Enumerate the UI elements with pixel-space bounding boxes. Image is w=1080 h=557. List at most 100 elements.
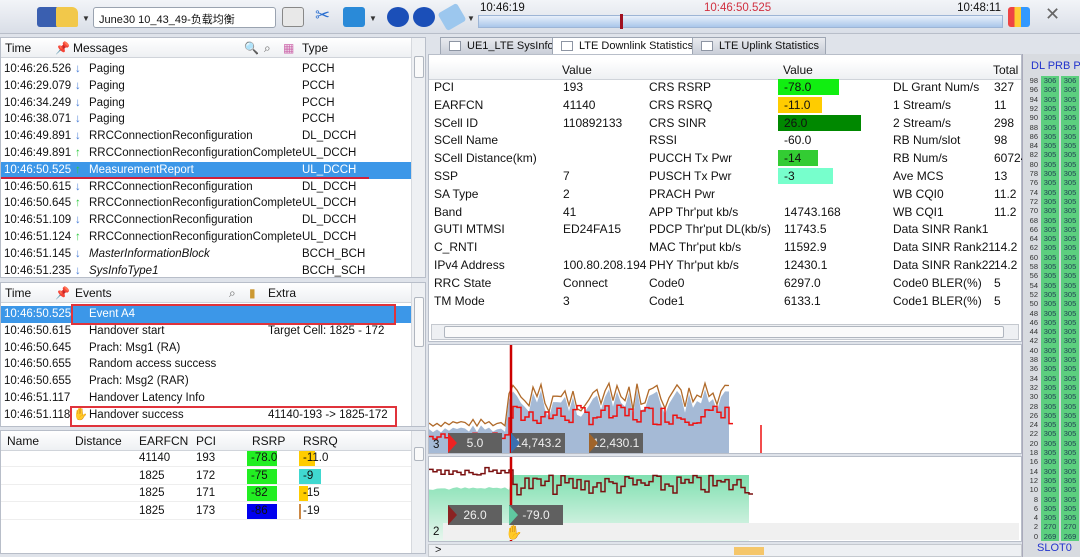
- message-row[interactable]: 10:46:50.615 ↓ RRCConnectionReconfiguratio…: [1, 179, 411, 196]
- message-row[interactable]: 10:46:51.235 ↓ SysInfoType1 BCCH_SCH: [1, 263, 411, 280]
- col-time[interactable]: Time: [5, 286, 31, 300]
- neighbors-scrollbar[interactable]: [411, 431, 425, 553]
- neighbor-row[interactable]: 1825 173 -86 -19: [1, 503, 411, 520]
- stat-value: 14.2: [994, 240, 1018, 255]
- open-dropdown[interactable]: ▼: [82, 14, 90, 23]
- col-earfcn[interactable]: EARFCN: [139, 434, 188, 448]
- camera-dropdown[interactable]: ▼: [369, 14, 377, 23]
- neighbor-rsrq: -19: [303, 504, 320, 517]
- timeline-cursor[interactable]: [619, 14, 623, 29]
- chart-icon[interactable]: ▮: [249, 286, 256, 300]
- prb-value: 305: [1041, 336, 1059, 346]
- pin-icon[interactable]: 📌: [55, 41, 70, 55]
- messages-scrollbar[interactable]: [411, 38, 425, 277]
- arrow-down-icon: ↓: [75, 79, 81, 92]
- throughput-chart[interactable]: 3 5.0 14,743.2 12,430.1: [428, 344, 1022, 454]
- message-row[interactable]: 10:46:26.526 ↓ Paging PCCH: [1, 61, 411, 78]
- event-row[interactable]: 10:46:51.117 Handover Latency Info: [1, 390, 411, 407]
- timeline[interactable]: 10:46:19 10:46:50.525 10:48:11: [478, 0, 1003, 34]
- prb-index: 34: [1029, 373, 1038, 383]
- search-icon[interactable]: ⌕: [264, 41, 271, 56]
- col-events[interactable]: Events: [75, 286, 112, 300]
- col-rsrq[interactable]: RSRQ: [303, 434, 338, 448]
- col-distance[interactable]: Distance: [75, 434, 122, 448]
- search-plus-icon[interactable]: 🔍: [244, 41, 259, 55]
- prb-row: 86 305 305: [1023, 131, 1080, 142]
- tab-lte-downlink-statistics[interactable]: LTE Downlink Statistics: [552, 37, 701, 54]
- prb-row: 46 305 305: [1023, 317, 1080, 328]
- events-header: Time 📌 Events ⌕ ▮ Extra: [1, 283, 412, 303]
- prb-index: 92: [1029, 103, 1038, 113]
- file-name-field[interactable]: June30 10_43_49-负载均衡: [93, 7, 276, 28]
- event-row[interactable]: 10:46:50.645 Prach: Msg1 (RA): [1, 340, 411, 357]
- col-messages[interactable]: Messages: [73, 41, 128, 55]
- prb-value: 305: [1041, 224, 1059, 235]
- rewind-icon[interactable]: [387, 7, 409, 27]
- log-icon[interactable]: [282, 7, 304, 27]
- event-time: 10:46:50.525: [4, 308, 72, 320]
- message-row[interactable]: 10:46:49.891 ↑ RRCConnectionReconfiguratio…: [1, 145, 411, 162]
- message-row[interactable]: 10:46:34.249 ↓ Paging PCCH: [1, 95, 411, 112]
- event-row[interactable]: 10:46:50.615 Handover start Target Cell: 1…: [1, 323, 411, 340]
- expand-button[interactable]: >: [435, 544, 441, 556]
- camera-icon[interactable]: [343, 7, 365, 27]
- tag-icon[interactable]: [437, 2, 467, 32]
- prb-row: 50 305 305: [1023, 299, 1080, 309]
- tools-icon[interactable]: ✕: [1045, 4, 1067, 24]
- stat-label: Code1 BLER(%): [893, 293, 982, 308]
- message-row[interactable]: 10:46:38.071 ↓ Paging PCCH: [1, 111, 411, 128]
- col-name[interactable]: Name: [7, 434, 39, 448]
- stat-label: PUCCH Tx Pwr: [649, 151, 733, 166]
- pin-icon[interactable]: 📌: [55, 286, 70, 300]
- events-scrollbar[interactable]: [411, 283, 425, 426]
- report-icon[interactable]: [1008, 7, 1030, 27]
- neighbor-row[interactable]: 1825 172 -75 -9: [1, 468, 411, 485]
- event-row[interactable]: 10:46:50.655 Random access success: [1, 356, 411, 373]
- hand-icon[interactable]: ✋: [505, 524, 522, 541]
- tab-lte-uplink-statistics[interactable]: LTE Uplink Statistics: [692, 37, 827, 54]
- tag-dropdown[interactable]: ▼: [467, 14, 475, 23]
- play-icon[interactable]: [413, 7, 435, 27]
- prb-row: 90 305 305: [1023, 113, 1080, 123]
- stats-row: TM Mode 3 Code1 6133.1 Code1 BLER(%) 5: [430, 292, 1022, 310]
- neighbor-row[interactable]: 1825 171 -82 -15: [1, 485, 411, 502]
- message-type: BCCH_SCH: [302, 264, 366, 277]
- triangle-icon: [448, 433, 457, 453]
- message-row[interactable]: 10:46:49.891 ↓ RRCConnectionReconfiguratio…: [1, 128, 411, 145]
- filter-grid-icon[interactable]: ▦: [283, 41, 294, 55]
- event-row[interactable]: 10:46:50.655 Prach: Msg2 (RAR): [1, 373, 411, 390]
- stats-hscrollbar[interactable]: [431, 324, 1019, 340]
- message-row[interactable]: 10:46:50.525 ↑ MeasurementReport UL_DCCH: [1, 161, 411, 179]
- stat-label: RB Num/s: [893, 151, 948, 166]
- open-folder-icon[interactable]: [56, 7, 78, 27]
- prb-value: 305: [1061, 113, 1079, 123]
- prb-value: 305: [1061, 410, 1079, 421]
- message-row[interactable]: 10:46:50.645 ↑ RRCConnectionReconfiguratio…: [1, 195, 411, 212]
- bottom-overview-bar[interactable]: >: [428, 544, 1022, 557]
- col-time[interactable]: Time: [5, 41, 31, 55]
- col-type[interactable]: Type: [302, 41, 328, 55]
- prb-value: 305: [1041, 485, 1059, 495]
- prb-index: 48: [1029, 308, 1038, 318]
- value-text: 14,743.2: [514, 436, 562, 450]
- prb-index: 52: [1029, 289, 1038, 299]
- search-icon[interactable]: ⌕: [229, 286, 236, 301]
- col-rsrp[interactable]: RSRP: [252, 434, 285, 448]
- prb-index: 72: [1029, 196, 1038, 206]
- timeline-track[interactable]: [478, 15, 1003, 28]
- neighbor-row[interactable]: 41140 193 -78.0 -11.0: [1, 450, 411, 467]
- col-extra[interactable]: Extra: [268, 286, 296, 300]
- prb-value: 305: [1061, 178, 1079, 188]
- message-row[interactable]: 10:46:51.124 ↑ RRCConnectionReconfiguratio…: [1, 229, 411, 246]
- tab-ue1-lte-sysinfo[interactable]: UE1_LTE SysInfo: [440, 37, 561, 54]
- stat-value: 2: [563, 186, 570, 201]
- message-row[interactable]: 10:46:51.145 ↓ MasterInformationBlock BCCH_…: [1, 246, 411, 263]
- message-row[interactable]: 10:46:51.109 ↓ RRCConnectionReconfiguratio…: [1, 212, 411, 229]
- scissors-icon[interactable]: ✂: [315, 5, 337, 25]
- signal-chart[interactable]: 2 ✋ 26.0 -79.0: [428, 456, 1022, 542]
- message-row[interactable]: 10:46:29.079 ↓ Paging PCCH: [1, 78, 411, 95]
- prb-value: 305: [1041, 262, 1059, 272]
- event-time: 10:46:50.615: [4, 324, 72, 337]
- col-pci[interactable]: PCI: [196, 434, 216, 448]
- prb-row: 64 305 305: [1023, 234, 1080, 244]
